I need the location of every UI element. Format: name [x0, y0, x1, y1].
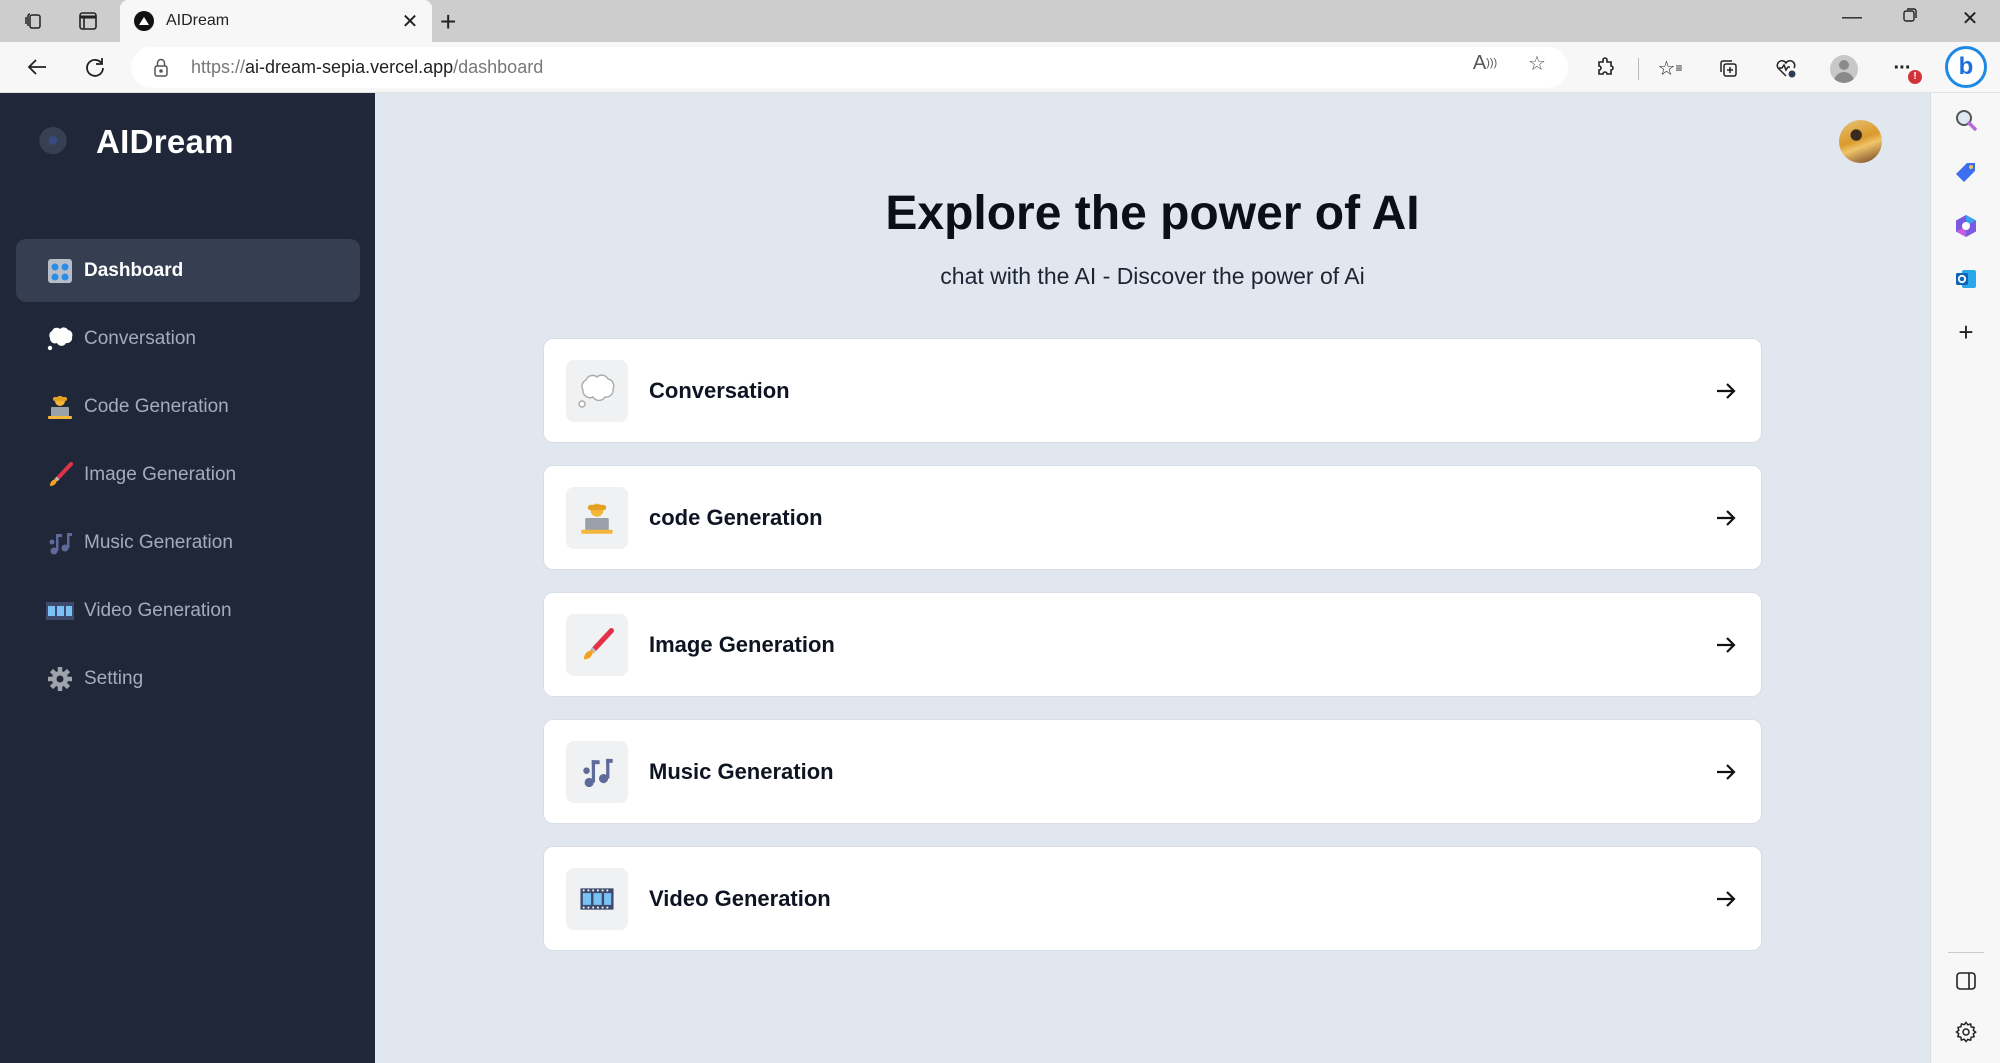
technologist-icon — [46, 393, 74, 421]
sidebar-item-image-generation[interactable]: Image Generation — [16, 443, 360, 506]
paintbrush-icon — [46, 461, 74, 489]
brand[interactable]: AIDream — [38, 123, 234, 161]
feature-card-label: Video Generation — [649, 885, 831, 911]
app-sidebar: AIDream Dashboard Conversation Code Gene… — [0, 93, 375, 1063]
feature-card-music-generation[interactable]: Music Generation — [543, 719, 1762, 824]
brand-name: AIDream — [96, 123, 234, 160]
sidebar-item-label: Code Generation — [84, 395, 229, 417]
update-badge: ! — [1908, 70, 1922, 84]
workspaces-icon[interactable] — [22, 9, 46, 33]
sidebar-item-setting[interactable]: Setting — [16, 647, 360, 710]
tab-title: AIDream — [166, 12, 230, 29]
dashboard-icon — [46, 257, 74, 285]
feature-card-image-generation[interactable]: Image Generation — [543, 592, 1762, 697]
sidebar-item-video-generation[interactable]: Video Generation — [16, 579, 360, 642]
feature-card-label: code Generation — [649, 504, 823, 530]
feature-card-label: Conversation — [649, 377, 790, 403]
new-tab-button[interactable]: + — [440, 6, 456, 38]
microsoft365-icon[interactable] — [1953, 213, 1979, 239]
hide-sidebar-icon[interactable] — [1953, 968, 1979, 994]
toolbar-divider — [1638, 58, 1639, 80]
vertical-tabs-icon[interactable] — [76, 9, 100, 33]
bing-copilot-button[interactable]: b — [1945, 46, 1987, 88]
add-tool-icon[interactable]: + — [1953, 317, 1979, 347]
reload-button[interactable] — [80, 52, 110, 82]
search-icon[interactable] — [1953, 107, 1979, 133]
read-aloud-icon[interactable]: A))) — [1473, 52, 1497, 74]
arrow-right-icon — [1713, 632, 1739, 658]
close-tab-icon[interactable]: ✕ — [400, 9, 420, 34]
page-subtitle: chat with the AI - Discover the power of… — [940, 263, 1365, 289]
profile-avatar[interactable] — [1830, 55, 1858, 83]
feature-card-code-generation[interactable]: code Generation — [543, 465, 1762, 570]
restore-button[interactable] — [1890, 6, 1930, 29]
sidebar-item-label: Setting — [84, 667, 144, 689]
gear-icon — [46, 665, 74, 693]
technologist-icon — [566, 486, 628, 549]
sidebar-item-label: Image Generation — [84, 463, 237, 485]
main-content: Explore the power of AI chat with the AI… — [375, 93, 1930, 1063]
sidebar-item-dashboard[interactable]: Dashboard — [16, 239, 360, 302]
back-button[interactable] — [22, 52, 52, 82]
favorites-icon[interactable]: ☆ ≡ — [1656, 54, 1684, 82]
address-bar[interactable]: https://ai-dream-sepia.vercel.app/dashbo… — [131, 47, 1568, 88]
feature-card-label: Music Generation — [649, 758, 834, 784]
url-text[interactable]: https://ai-dream-sepia.vercel.app/dashbo… — [191, 57, 543, 78]
browser-tab-active[interactable]: AIDream ✕ — [120, 0, 432, 42]
thought-bubble-icon — [566, 359, 628, 422]
browser-toolbar: https://ai-dream-sepia.vercel.app/dashbo… — [0, 42, 2000, 93]
feature-card-list: Conversation code Generation Image Gener… — [543, 338, 1762, 973]
arrow-right-icon — [1713, 759, 1739, 785]
sidebar-nav: Dashboard Conversation Code Generation I… — [16, 239, 360, 715]
collections-icon[interactable] — [1714, 54, 1742, 82]
thought-bubble-icon — [46, 325, 74, 353]
sidebar-item-label: Video Generation — [84, 599, 232, 621]
film-frames-icon — [566, 867, 628, 930]
minimize-button[interactable]: — — [1832, 6, 1872, 29]
extensions-icon[interactable] — [1592, 54, 1620, 82]
sidebar-item-label: Dashboard — [84, 259, 184, 281]
browser-tab-bar: AIDream ✕ + — ✕ — [0, 0, 2000, 42]
feature-card-video-generation[interactable]: Video Generation — [543, 846, 1762, 951]
sidebar-item-conversation[interactable]: Conversation — [16, 307, 360, 370]
music-notes-icon — [566, 740, 628, 803]
arrow-right-icon — [1713, 505, 1739, 531]
arrow-right-icon — [1713, 886, 1739, 912]
site-favicon-icon — [134, 11, 154, 31]
paintbrush-icon — [566, 613, 628, 676]
shopping-tag-icon[interactable] — [1953, 160, 1979, 186]
sidebar-item-code-generation[interactable]: Code Generation — [16, 375, 360, 438]
browser-essentials-icon[interactable] — [1772, 54, 1800, 82]
lock-icon[interactable] — [153, 58, 169, 78]
close-window-button[interactable]: ✕ — [1950, 6, 1990, 31]
arrow-right-icon — [1713, 378, 1739, 404]
user-avatar[interactable] — [1839, 120, 1882, 163]
sidebar-settings-gear-icon[interactable] — [1953, 1019, 1979, 1045]
favorite-star-icon[interactable]: ☆ — [1525, 52, 1549, 75]
feature-card-conversation[interactable]: Conversation — [543, 338, 1762, 443]
sidebar-item-label: Music Generation — [84, 531, 233, 553]
sidebar-item-music-generation[interactable]: Music Generation — [16, 511, 360, 574]
sidebar-item-label: Conversation — [84, 327, 196, 349]
film-frames-icon — [46, 597, 74, 625]
music-notes-icon — [46, 529, 74, 557]
feature-card-label: Image Generation — [649, 631, 835, 657]
brain-logo-icon — [38, 127, 68, 157]
edge-sidebar: + — [1930, 93, 2000, 1063]
outlook-icon[interactable] — [1953, 266, 1979, 292]
page-title: Explore the power of AI — [885, 187, 1420, 240]
edge-sidebar-divider — [1948, 952, 1984, 953]
